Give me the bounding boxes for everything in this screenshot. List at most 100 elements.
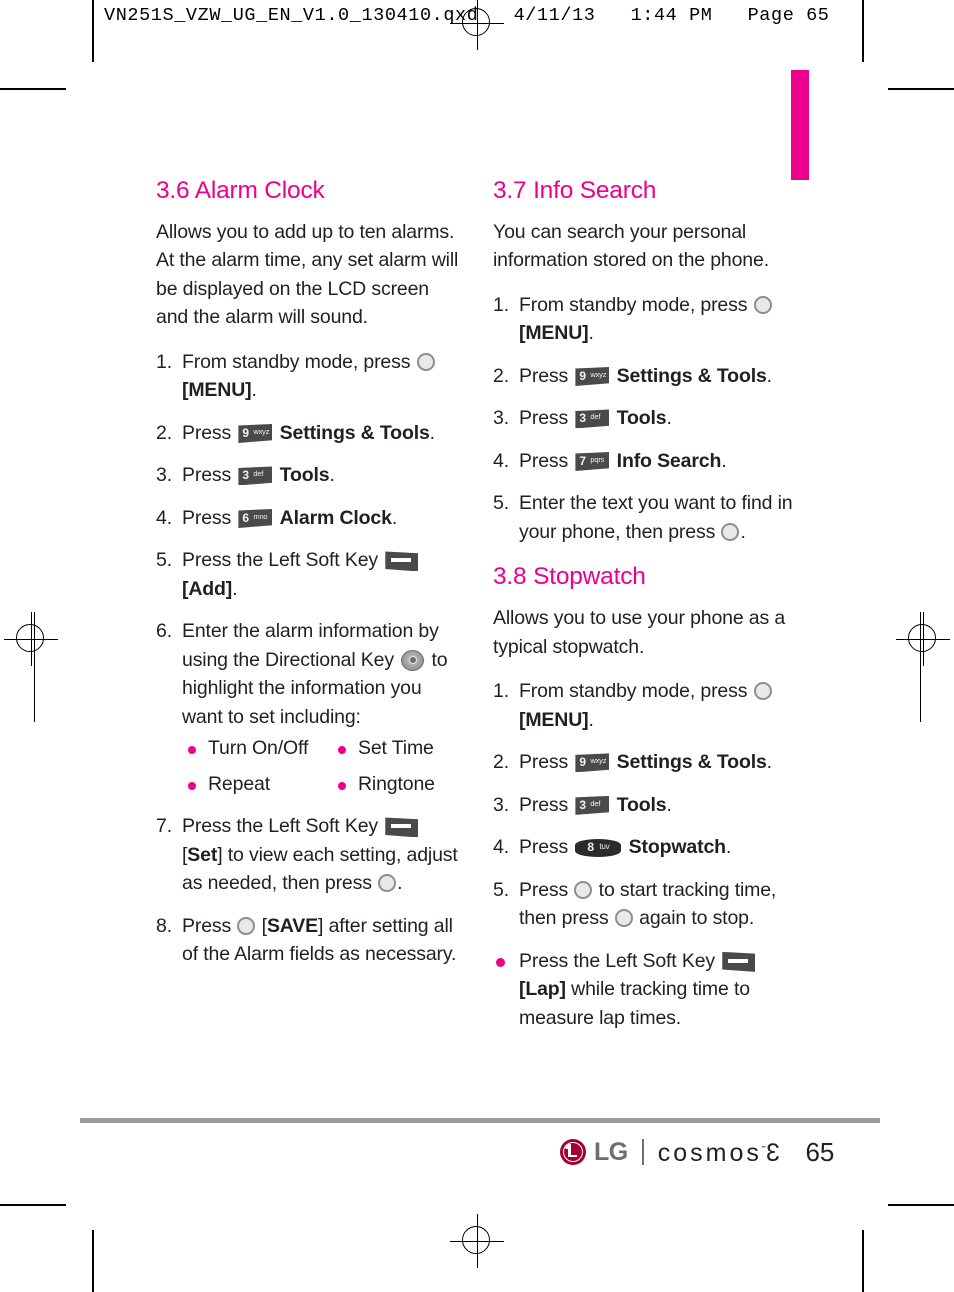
step-item: 5. Press the Left Soft Key [Add]. (156, 546, 464, 603)
step-bold-label: Tools (616, 407, 667, 430)
key-letters: tuv (599, 842, 610, 852)
step-text: Press (519, 793, 569, 816)
right-column: 3.7 Info Search You can search your pers… (493, 177, 801, 1046)
page-number: 65 (805, 1137, 835, 1167)
key-letters: wxyz (590, 756, 607, 766)
footer-branding: LG cosmos˜3 65 (560, 1132, 834, 1172)
step-item: 4. Press 7 pqrs Info Search. (493, 447, 801, 476)
key-9-wxyz-icon: 9 wxyz (575, 366, 610, 386)
step-tail: . (251, 379, 257, 402)
step-tail: . (391, 506, 398, 529)
list-item: Turn On/Off (182, 735, 332, 762)
step-tail: . (766, 364, 772, 387)
step-text: Press the Left Soft Key (182, 815, 378, 838)
ok-key-icon (753, 682, 772, 701)
step-text: Enter the alarm information by using the… (182, 620, 439, 671)
steps-stopwatch: 1. From standby mode, press [MENU]. 2. Pre… (493, 677, 801, 933)
step-text: From standby mode, press (182, 350, 411, 373)
key-number: 7 (579, 453, 586, 468)
step-text: Press (182, 914, 232, 937)
step-bold-label: Settings & Tools (616, 364, 767, 387)
step-number: 2. (156, 421, 172, 444)
step-number: 8. (156, 914, 172, 937)
step-bold-label: SAVE (266, 914, 319, 937)
section-intro-alarm-clock: Allows you to add up to ten alarms. At t… (156, 220, 459, 329)
section-intro-stopwatch: Allows you to use your phone as a typica… (493, 607, 786, 658)
key-letters: def (590, 412, 601, 422)
footer-rule (80, 1118, 880, 1123)
ok-key-icon (378, 874, 397, 893)
step-number: 4. (156, 506, 172, 529)
step-text: Press (519, 878, 569, 901)
step-number: 3. (493, 793, 509, 816)
step-tail: . (588, 322, 594, 345)
key-3-def-icon: 3 def (575, 795, 610, 815)
key-8-tuv-icon: 8 tuv (575, 839, 622, 858)
list-item: Ringtone (332, 771, 464, 798)
step-number: 3. (156, 464, 172, 487)
bullet-dot-icon (188, 782, 196, 791)
page-body: 3.6 Alarm Clock Allows you to add up to … (0, 0, 954, 1292)
step-number: 1. (493, 293, 509, 316)
key-number: 8 (587, 840, 594, 855)
step-text: Press (182, 506, 232, 529)
step-item: 1. From standby mode, press [MENU]. (156, 348, 464, 405)
step-item: 3. Press 3 def Tools. (493, 404, 801, 433)
key-letters: wxyz (253, 426, 270, 436)
steps-info-search: 1. From standby mode, press [MENU]. 2. Pre… (493, 291, 801, 547)
model-number: 3 (765, 1139, 780, 1167)
ok-key-icon (237, 916, 256, 935)
left-soft-key-icon (722, 951, 756, 972)
section-heading-alarm-clock: 3.6 Alarm Clock (156, 177, 325, 204)
key-3-def-icon: 3 def (575, 409, 610, 429)
step-number: 5. (156, 549, 172, 572)
list-item: Press the Left Soft Key [Lap] while trac… (493, 947, 801, 1033)
step-item: 4. Press 8 tuv Stopwatch. (493, 833, 801, 862)
key-number: 3 (579, 797, 586, 812)
key-number: 3 (242, 468, 249, 483)
step-item: 2. Press 9 wxyz Settings & Tools. (493, 362, 801, 391)
product-wordmark: cosmos˜3 (657, 1138, 780, 1167)
step-bold-label: [MENU] (182, 379, 252, 402)
key-9-wxyz-icon: 9 wxyz (575, 753, 610, 773)
step-tail: . (329, 464, 335, 487)
ok-key-icon (721, 522, 740, 541)
step-bold-label: Set (187, 843, 218, 866)
key-letters: def (253, 469, 264, 479)
stopwatch-note-list: Press the Left Soft Key [Lap] while trac… (493, 947, 801, 1033)
key-number: 9 (242, 425, 249, 440)
product-name: cosmos (657, 1139, 762, 1167)
list-item-label: Repeat (208, 773, 270, 796)
step-item: 6. Enter the alarm information by using t… (156, 617, 464, 798)
step-item: 1. From standby mode, press [MENU]. (493, 291, 801, 348)
key-letters: def (590, 798, 601, 808)
bullet-dot-icon (496, 957, 505, 967)
key-number: 3 (579, 411, 586, 426)
step-tail: . (397, 872, 403, 895)
step-number: 1. (493, 680, 509, 703)
key-letters: wxyz (590, 369, 607, 379)
key-letters: mno (253, 511, 268, 521)
step-bold-label: [MENU] (519, 322, 589, 345)
bullet-dot-icon (188, 746, 196, 755)
list-item-label: Turn On/Off (208, 737, 309, 760)
step-bold-label: Stopwatch (628, 836, 726, 859)
step-number: 5. (493, 492, 509, 515)
key-7-pqrs-icon: 7 pqrs (575, 451, 610, 471)
step-tail: . (766, 751, 772, 774)
key-3-def-icon: 3 def (238, 466, 273, 486)
step-number: 3. (493, 407, 509, 430)
step-text: From standby mode, press (519, 293, 748, 316)
step-number: 4. (493, 836, 509, 859)
key-letters: pqrs (590, 454, 605, 464)
trademark-mark: ˜ (761, 1145, 766, 1157)
step-bold-label: Tools (279, 464, 330, 487)
list-item: Set Time (332, 735, 464, 762)
step-text: Press (519, 364, 569, 387)
key-9-wxyz-icon: 9 wxyz (238, 423, 273, 443)
note-bold-label: [Lap] (519, 978, 566, 1001)
section-heading-stopwatch: 3.8 Stopwatch (493, 563, 646, 591)
step-tail: . (740, 520, 746, 543)
directional-key-icon (401, 649, 425, 671)
step-item: 2. Press 9 wxyz Settings & Tools. (493, 748, 801, 777)
